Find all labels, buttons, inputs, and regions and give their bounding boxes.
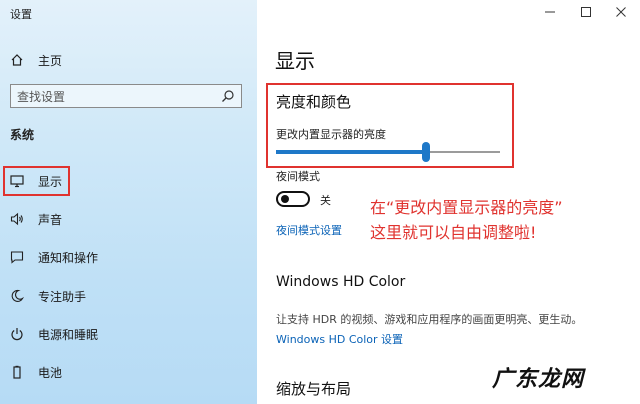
- maximize-icon: [580, 3, 592, 22]
- close-icon: [615, 3, 627, 22]
- section-title: 系统: [10, 128, 35, 142]
- brightness-slider-fill: [276, 150, 427, 154]
- night-light-label: 夜间模式: [276, 170, 320, 183]
- sidebar: 设置 主页 查找设置 系统 显示 声音 通知和操作 专注助手 电源和睡眠 电池: [0, 0, 257, 404]
- hd-color-settings-link[interactable]: Windows HD Color 设置: [276, 331, 403, 347]
- nav-home-label: 主页: [38, 53, 63, 68]
- minimize-icon: [544, 3, 556, 22]
- sidebar-item-label: 电源和睡眠: [38, 327, 99, 342]
- sidebar-item-label: 通知和操作: [38, 250, 99, 265]
- close-button[interactable]: [610, 4, 632, 20]
- brightness-slider-label: 更改内置显示器的亮度: [276, 128, 386, 141]
- hd-color-title: Windows HD Color: [276, 274, 406, 290]
- sidebar-item-label: 声音: [38, 212, 63, 227]
- night-light-settings-link[interactable]: 夜间模式设置: [276, 222, 342, 238]
- sidebar-item-label: 电池: [38, 365, 63, 380]
- brightness-slider-thumb[interactable]: [422, 142, 431, 162]
- sidebar-item-sound[interactable]: 声音: [10, 208, 250, 230]
- sidebar-item-notifications[interactable]: 通知和操作: [10, 246, 250, 268]
- power-icon: [10, 327, 24, 341]
- highlight-box-display: [3, 166, 70, 196]
- sidebar-item-power-sleep[interactable]: 电源和睡眠: [10, 323, 250, 345]
- battery-icon: [10, 365, 24, 379]
- speaker-icon: [10, 212, 24, 226]
- night-light-toggle[interactable]: [276, 191, 310, 207]
- sidebar-item-battery[interactable]: 电池: [10, 361, 250, 383]
- brightness-section-title: 亮度和颜色: [276, 93, 352, 111]
- night-light-state: 关: [320, 194, 331, 207]
- app-title: 设置: [10, 8, 32, 21]
- scale-layout-title: 缩放与布局: [276, 380, 352, 398]
- page-title: 显示: [275, 49, 315, 73]
- sidebar-item-focus-assist[interactable]: 专注助手: [10, 285, 250, 307]
- minimize-button[interactable]: [539, 4, 561, 20]
- toggle-knob: [281, 195, 289, 203]
- notification-icon: [10, 250, 24, 264]
- moon-icon: [10, 289, 24, 303]
- hd-color-description: 让支持 HDR 的视频、游戏和应用程序的画面更明亮、更生动。: [276, 313, 583, 326]
- search-input[interactable]: 查找设置: [10, 84, 242, 108]
- annotation-line-1: 在“更改内置显示器的亮度”: [370, 198, 563, 217]
- watermark: 广东龙网: [492, 367, 585, 392]
- search-placeholder: 查找设置: [17, 89, 66, 104]
- sidebar-item-label: 专注助手: [38, 289, 87, 304]
- nav-home[interactable]: 主页: [10, 50, 250, 70]
- maximize-button[interactable]: [575, 4, 597, 20]
- home-icon: [10, 53, 24, 67]
- search-icon[interactable]: [221, 89, 235, 103]
- annotation-line-2: 这里就可以自由调整啦!: [370, 223, 537, 242]
